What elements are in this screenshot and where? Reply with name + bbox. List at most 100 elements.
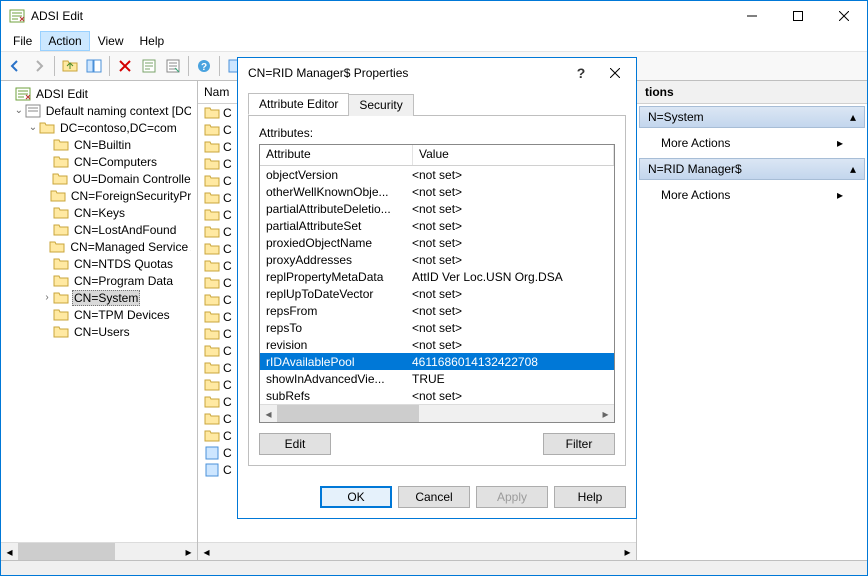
folder-icon: [53, 222, 69, 238]
folder-icon: [204, 190, 220, 206]
help-button[interactable]: ?: [192, 54, 216, 78]
folder-icon: [53, 154, 69, 170]
scroll-right-icon[interactable]: ▸: [597, 407, 614, 421]
back-button[interactable]: [3, 54, 27, 78]
attribute-row[interactable]: rIDAvailablePool4611686014132422708: [260, 353, 614, 370]
attribute-name: replPropertyMetaData: [260, 270, 406, 284]
tree-node[interactable]: CN=Computers: [1, 153, 197, 170]
apply-button[interactable]: Apply: [476, 486, 548, 508]
attribute-row[interactable]: subRefs<not set>: [260, 387, 614, 404]
col-value[interactable]: Value: [413, 145, 614, 165]
scroll-right-icon[interactable]: ▸: [180, 543, 197, 560]
tree-root[interactable]: ADSI Edit: [1, 85, 197, 102]
attribute-row[interactable]: otherWellKnownObje...<not set>: [260, 183, 614, 200]
properties-dialog: CN=RID Manager$ Properties ? Attribute E…: [237, 57, 637, 519]
attribute-row[interactable]: proxyAddresses<not set>: [260, 251, 614, 268]
scroll-left-icon[interactable]: ◂: [1, 543, 18, 560]
folder-icon: [204, 343, 220, 359]
tree-node[interactable]: CN=Users: [1, 323, 197, 340]
tree-node[interactable]: CN=TPM Devices: [1, 306, 197, 323]
menu-file[interactable]: File: [5, 31, 40, 51]
attribute-name: repsFrom: [260, 304, 406, 318]
tab-attribute-editor[interactable]: Attribute Editor: [248, 93, 349, 115]
attribute-name: revision: [260, 338, 406, 352]
col-attribute[interactable]: Attribute: [260, 145, 413, 165]
attribute-row[interactable]: replPropertyMetaDataAttID Ver Loc.USN Or…: [260, 268, 614, 285]
tree-node[interactable]: CN=Keys: [1, 204, 197, 221]
attribute-row[interactable]: repsFrom<not set>: [260, 302, 614, 319]
attribute-row[interactable]: replUpToDateVector<not set>: [260, 285, 614, 302]
delete-button[interactable]: [113, 54, 137, 78]
menu-action[interactable]: Action: [40, 31, 89, 51]
list-hscrollbar[interactable]: ◂ ▸: [198, 542, 636, 560]
tree-node[interactable]: CN=LostAndFound: [1, 221, 197, 238]
folder-icon: [53, 290, 69, 306]
attributes-listview[interactable]: Attribute Value objectVersion<not set>ot…: [259, 144, 615, 423]
folder-icon: [204, 258, 220, 274]
forward-button[interactable]: [27, 54, 51, 78]
menu-view[interactable]: View: [90, 31, 132, 51]
tree-node-label: CN=Users: [72, 325, 132, 339]
export-list-button[interactable]: [161, 54, 185, 78]
tree-node[interactable]: CN=Builtin: [1, 136, 197, 153]
attribute-value: AttID Ver Loc.USN Org.DSA: [406, 270, 614, 284]
folder-icon: [204, 156, 220, 172]
scroll-right-icon[interactable]: ▸: [619, 543, 636, 560]
expander-icon[interactable]: ›: [41, 292, 53, 303]
tree-domain[interactable]: ⌄ DC=contoso,DC=com: [1, 119, 197, 136]
ok-button[interactable]: OK: [320, 486, 392, 508]
tree-node[interactable]: OU=Domain Controllers: [1, 170, 197, 187]
tab-security[interactable]: Security: [348, 94, 413, 116]
tree-node[interactable]: ›CN=System: [1, 289, 197, 306]
actions-group-rid[interactable]: N=RID Manager$ ▴: [639, 158, 865, 180]
tree-node[interactable]: CN=Managed Service Accounts: [1, 238, 197, 255]
up-button[interactable]: [58, 54, 82, 78]
attribute-row[interactable]: partialAttributeSet<not set>: [260, 217, 614, 234]
titlebar: ADSI Edit: [1, 1, 867, 31]
dialog-help-button[interactable]: ?: [564, 61, 598, 85]
close-button[interactable]: [821, 1, 867, 31]
attribute-row[interactable]: objectVersion<not set>: [260, 166, 614, 183]
folder-icon: [204, 105, 220, 121]
refresh-button[interactable]: [137, 54, 161, 78]
tree-context[interactable]: ⌄ Default naming context [DC: [1, 102, 197, 119]
scroll-left-icon[interactable]: ◂: [260, 407, 277, 421]
actions-more-rid[interactable]: More Actions ▸: [637, 182, 867, 208]
collapse-icon: ▴: [850, 162, 856, 176]
actions-group-system[interactable]: N=System ▴: [639, 106, 865, 128]
attributes-hscrollbar[interactable]: ◂ ▸: [260, 404, 614, 422]
attribute-row[interactable]: proxiedObjectName<not set>: [260, 234, 614, 251]
scroll-left-icon[interactable]: ◂: [198, 543, 215, 560]
cancel-button[interactable]: Cancel: [398, 486, 470, 508]
attribute-row[interactable]: revision<not set>: [260, 336, 614, 353]
menubar: File Action View Help: [1, 31, 867, 52]
attribute-value: <not set>: [406, 168, 614, 182]
folder-icon: [204, 207, 220, 223]
minimize-button[interactable]: [729, 1, 775, 31]
attribute-value: <not set>: [406, 185, 614, 199]
tree-node[interactable]: CN=NTDS Quotas: [1, 255, 197, 272]
tree-pane[interactable]: ADSI Edit ⌄ Default naming context [DC ⌄…: [1, 81, 198, 560]
attribute-value: <not set>: [406, 287, 614, 301]
attributes-header: Attribute Value: [260, 145, 614, 166]
edit-button[interactable]: Edit: [259, 433, 331, 455]
chevron-down-icon[interactable]: ⌄: [13, 105, 25, 116]
attribute-row[interactable]: showInAdvancedVie...TRUE: [260, 370, 614, 387]
dialog-close-button[interactable]: [598, 61, 632, 85]
show-hide-tree-button[interactable]: [82, 54, 106, 78]
attribute-row[interactable]: partialAttributeDeletio...<not set>: [260, 200, 614, 217]
menu-help[interactable]: Help: [132, 31, 173, 51]
attribute-name: partialAttributeSet: [260, 219, 406, 233]
chevron-down-icon[interactable]: ⌄: [27, 122, 39, 133]
help-button[interactable]: Help: [554, 486, 626, 508]
attribute-name: otherWellKnownObje...: [260, 185, 406, 199]
attribute-row[interactable]: repsTo<not set>: [260, 319, 614, 336]
actions-more-system[interactable]: More Actions ▸: [637, 130, 867, 156]
object-icon: [204, 445, 220, 461]
tree-hscrollbar[interactable]: ◂ ▸: [1, 542, 197, 560]
folder-icon: [204, 411, 220, 427]
tree-node[interactable]: CN=Program Data: [1, 272, 197, 289]
maximize-button[interactable]: [775, 1, 821, 31]
filter-button[interactable]: Filter: [543, 433, 615, 455]
tree-node[interactable]: CN=ForeignSecurityPrincipals: [1, 187, 197, 204]
